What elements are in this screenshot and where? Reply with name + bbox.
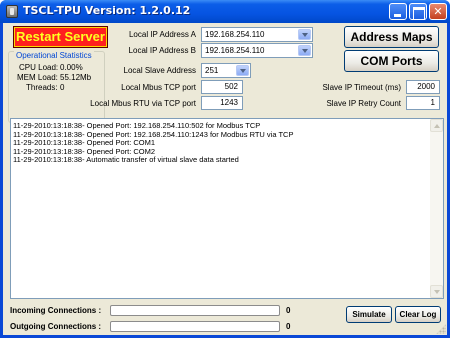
ip-b-label: Local IP Address B — [128, 46, 196, 55]
incoming-progress-bar — [110, 305, 280, 316]
chevron-down-icon[interactable] — [298, 29, 311, 40]
slave-address-select[interactable]: 251 — [201, 63, 251, 78]
chevron-down-icon[interactable] — [298, 45, 311, 56]
outgoing-progress-bar — [110, 321, 280, 332]
maximize-button[interactable] — [409, 3, 427, 20]
cpu-load-value: 0.00% — [60, 63, 83, 72]
cpu-load-label: CPU Load: — [19, 63, 59, 72]
threads-label: Threads: — [26, 83, 58, 92]
timeout-input[interactable]: 2000 — [406, 80, 440, 94]
chevron-down-icon[interactable] — [236, 65, 249, 76]
log-scrollbar[interactable] — [430, 119, 443, 298]
ip-a-select[interactable]: 192.168.254.110 — [201, 27, 313, 42]
minimize-button[interactable] — [389, 3, 407, 20]
clear-log-button[interactable]: Clear Log — [395, 306, 441, 323]
outgoing-connections-label: Outgoing Connections : — [10, 322, 102, 331]
log-lines: 11-29-2010:13:18:38- Opened Port: 192.16… — [11, 121, 293, 165]
scroll-up-icon[interactable] — [430, 119, 443, 132]
app-window: TSCL-TPU Version: 1.2.0.12 ✕ Restart Ser… — [0, 0, 450, 338]
ip-a-value: 192.168.254.110 — [205, 30, 265, 39]
outgoing-count: 0 — [286, 322, 291, 331]
simulate-button[interactable]: Simulate — [346, 306, 392, 323]
incoming-count: 0 — [286, 306, 291, 315]
threads-value: 0 — [60, 83, 65, 92]
retry-label: Slave IP Retry Count — [326, 99, 401, 108]
rtu-port-input[interactable]: 1243 — [201, 96, 243, 110]
retry-input[interactable]: 1 — [406, 96, 440, 110]
stats-caption: Operational Statistics — [14, 51, 94, 60]
rtu-port-label: Local Mbus RTU via TCP port — [90, 99, 196, 108]
close-button[interactable]: ✕ — [429, 3, 447, 20]
window-title: TSCL-TPU Version: 1.2.0.12 — [23, 4, 191, 17]
slave-address-value: 251 — [205, 66, 219, 75]
log-textarea[interactable]: 11-29-2010:13:18:38- Opened Port: 192.16… — [10, 118, 444, 299]
title-bar[interactable]: TSCL-TPU Version: 1.2.0.12 ✕ — [0, 0, 450, 23]
ip-a-label: Local IP Address A — [128, 30, 196, 39]
app-icon — [6, 5, 18, 18]
com-ports-button[interactable]: COM Ports — [344, 50, 439, 72]
mem-load-label: MEM Load: — [17, 73, 58, 82]
resize-grip-icon[interactable] — [436, 324, 446, 334]
tcp-port-label: Local Mbus TCP port — [121, 83, 196, 92]
tcp-port-input[interactable]: 502 — [201, 80, 243, 94]
scroll-down-icon[interactable] — [430, 285, 443, 298]
ip-b-select[interactable]: 192.168.254.110 — [201, 43, 313, 58]
ip-b-value: 192.168.254.110 — [205, 46, 265, 55]
log-line: 11-29-2010:13:18:38- Automatic transfer … — [13, 155, 239, 164]
incoming-connections-label: Incoming Connections : — [10, 306, 102, 315]
slave-address-label: Local Slave Address — [123, 66, 197, 75]
address-maps-button[interactable]: Address Maps — [344, 26, 439, 48]
timeout-label: Slave IP Timeout (ms) — [322, 83, 401, 92]
main-panel: Restart Server Operational Statistics CP… — [3, 23, 447, 335]
